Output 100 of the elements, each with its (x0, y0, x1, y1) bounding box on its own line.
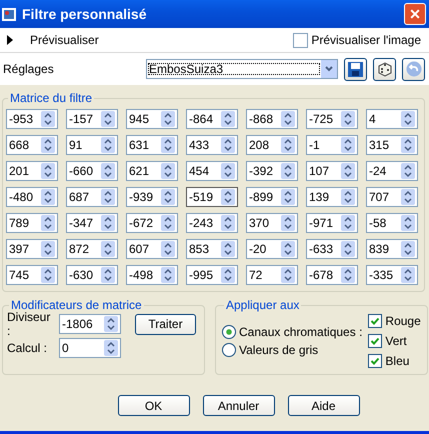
spin-arrows-icon[interactable] (101, 137, 115, 153)
spin-arrows-icon[interactable] (101, 241, 115, 257)
spin-arrows-icon[interactable] (341, 215, 355, 231)
expand-arrow-icon[interactable] (6, 35, 14, 45)
checkbox-label[interactable]: Rouge (385, 314, 421, 328)
matrix-spin-field[interactable]: 370 (246, 213, 298, 233)
matrix-spin-field[interactable]: 107 (306, 161, 358, 181)
dialog-button[interactable]: Aide (288, 395, 360, 416)
offset-spin-field[interactable]: 0 (59, 338, 121, 358)
matrix-spin-field[interactable]: 839 (366, 239, 418, 259)
matrix-spin-field[interactable]: 454 (186, 161, 238, 181)
matrix-spin-field[interactable]: 872 (66, 239, 118, 259)
radio-label[interactable]: Canaux chromatiques : (239, 325, 362, 339)
matrix-spin-field[interactable]: 668 (6, 135, 58, 155)
spin-arrows-icon[interactable] (401, 137, 415, 153)
spin-arrows-icon[interactable] (341, 241, 355, 257)
matrix-spin-field[interactable]: -899 (246, 187, 298, 207)
matrix-spin-field[interactable]: 208 (246, 135, 298, 155)
preview-label[interactable]: Prévisualiser (30, 33, 99, 47)
matrix-spin-field[interactable]: -243 (186, 213, 238, 233)
matrix-spin-field[interactable]: 72 (246, 265, 298, 285)
preview-image-checkbox[interactable] (293, 32, 308, 48)
randomize-button[interactable] (373, 58, 396, 80)
spin-arrows-icon[interactable] (281, 241, 295, 257)
spin-arrows-icon[interactable] (401, 215, 415, 231)
matrix-spin-field[interactable]: 397 (6, 239, 58, 259)
spin-arrows-icon[interactable] (221, 241, 235, 257)
spin-arrows-icon[interactable] (104, 340, 118, 356)
matrix-spin-field[interactable]: -58 (366, 213, 418, 233)
reset-button[interactable] (402, 58, 425, 80)
dialog-button[interactable]: OK (118, 395, 190, 416)
spin-arrows-icon[interactable] (221, 189, 235, 205)
radio-button[interactable] (222, 343, 236, 357)
matrix-spin-field[interactable]: -660 (66, 161, 118, 181)
matrix-spin-field[interactable]: 201 (6, 161, 58, 181)
radio-label[interactable]: Valeurs de gris (239, 343, 318, 357)
channel-checkbox[interactable] (368, 314, 382, 328)
matrix-spin-field[interactable]: -672 (126, 213, 178, 233)
spin-arrows-icon[interactable] (221, 111, 235, 127)
spin-arrows-icon[interactable] (41, 163, 55, 179)
matrix-spin-field[interactable]: 4 (366, 109, 418, 129)
process-button[interactable]: Traiter (135, 314, 196, 334)
settings-dropdown[interactable]: EmbosSuiza3 (146, 59, 338, 79)
matrix-spin-field[interactable]: 789 (6, 213, 58, 233)
matrix-spin-field[interactable]: 945 (126, 109, 178, 129)
spin-arrows-icon[interactable] (41, 137, 55, 153)
spin-arrows-icon[interactable] (41, 267, 55, 283)
spin-arrows-icon[interactable] (281, 163, 295, 179)
spin-arrows-icon[interactable] (101, 215, 115, 231)
spin-arrows-icon[interactable] (341, 163, 355, 179)
spin-arrows-icon[interactable] (161, 111, 175, 127)
spin-arrows-icon[interactable] (221, 215, 235, 231)
matrix-spin-field[interactable]: 631 (126, 135, 178, 155)
matrix-spin-field[interactable]: 91 (66, 135, 118, 155)
divisor-spin-field[interactable]: -1806 (59, 314, 121, 334)
spin-arrows-icon[interactable] (341, 137, 355, 153)
matrix-spin-field[interactable]: 853 (186, 239, 238, 259)
spin-arrows-icon[interactable] (401, 241, 415, 257)
spin-arrows-icon[interactable] (161, 267, 175, 283)
spin-arrows-icon[interactable] (161, 137, 175, 153)
spin-arrows-icon[interactable] (161, 163, 175, 179)
spin-arrows-icon[interactable] (281, 189, 295, 205)
spin-arrows-icon[interactable] (341, 267, 355, 283)
spin-arrows-icon[interactable] (281, 111, 295, 127)
spin-arrows-icon[interactable] (41, 189, 55, 205)
spin-arrows-icon[interactable] (41, 215, 55, 231)
matrix-spin-field[interactable]: -480 (6, 187, 58, 207)
dialog-button[interactable]: Annuler (202, 395, 274, 416)
spin-arrows-icon[interactable] (341, 111, 355, 127)
matrix-spin-field[interactable]: -633 (306, 239, 358, 259)
matrix-spin-field[interactable]: 607 (126, 239, 178, 259)
close-button[interactable]: × (404, 3, 426, 25)
matrix-spin-field[interactable]: -868 (246, 109, 298, 129)
matrix-spin-field[interactable]: 745 (6, 265, 58, 285)
spin-arrows-icon[interactable] (401, 163, 415, 179)
matrix-spin-field[interactable]: 707 (366, 187, 418, 207)
matrix-spin-field[interactable]: -725 (306, 109, 358, 129)
matrix-spin-field[interactable]: -864 (186, 109, 238, 129)
matrix-spin-field[interactable]: -335 (366, 265, 418, 285)
spin-arrows-icon[interactable] (104, 316, 118, 332)
matrix-spin-field[interactable]: -20 (246, 239, 298, 259)
spin-arrows-icon[interactable] (221, 163, 235, 179)
spin-arrows-icon[interactable] (281, 215, 295, 231)
spin-arrows-icon[interactable] (281, 267, 295, 283)
spin-arrows-icon[interactable] (101, 163, 115, 179)
matrix-spin-field[interactable]: 315 (366, 135, 418, 155)
spin-arrows-icon[interactable] (401, 189, 415, 205)
matrix-spin-field[interactable]: -498 (126, 265, 178, 285)
matrix-spin-field[interactable]: -347 (66, 213, 118, 233)
save-button[interactable] (344, 58, 367, 80)
checkbox-label[interactable]: Vert (385, 334, 407, 348)
checkbox-label[interactable]: Bleu (385, 354, 410, 368)
spin-arrows-icon[interactable] (221, 137, 235, 153)
matrix-spin-field[interactable]: -971 (306, 213, 358, 233)
matrix-spin-field[interactable]: -157 (66, 109, 118, 129)
matrix-spin-field[interactable]: -519 (186, 187, 238, 207)
channel-checkbox[interactable] (368, 354, 382, 368)
matrix-spin-field[interactable]: 433 (186, 135, 238, 155)
matrix-spin-field[interactable]: -678 (306, 265, 358, 285)
spin-arrows-icon[interactable] (41, 241, 55, 257)
